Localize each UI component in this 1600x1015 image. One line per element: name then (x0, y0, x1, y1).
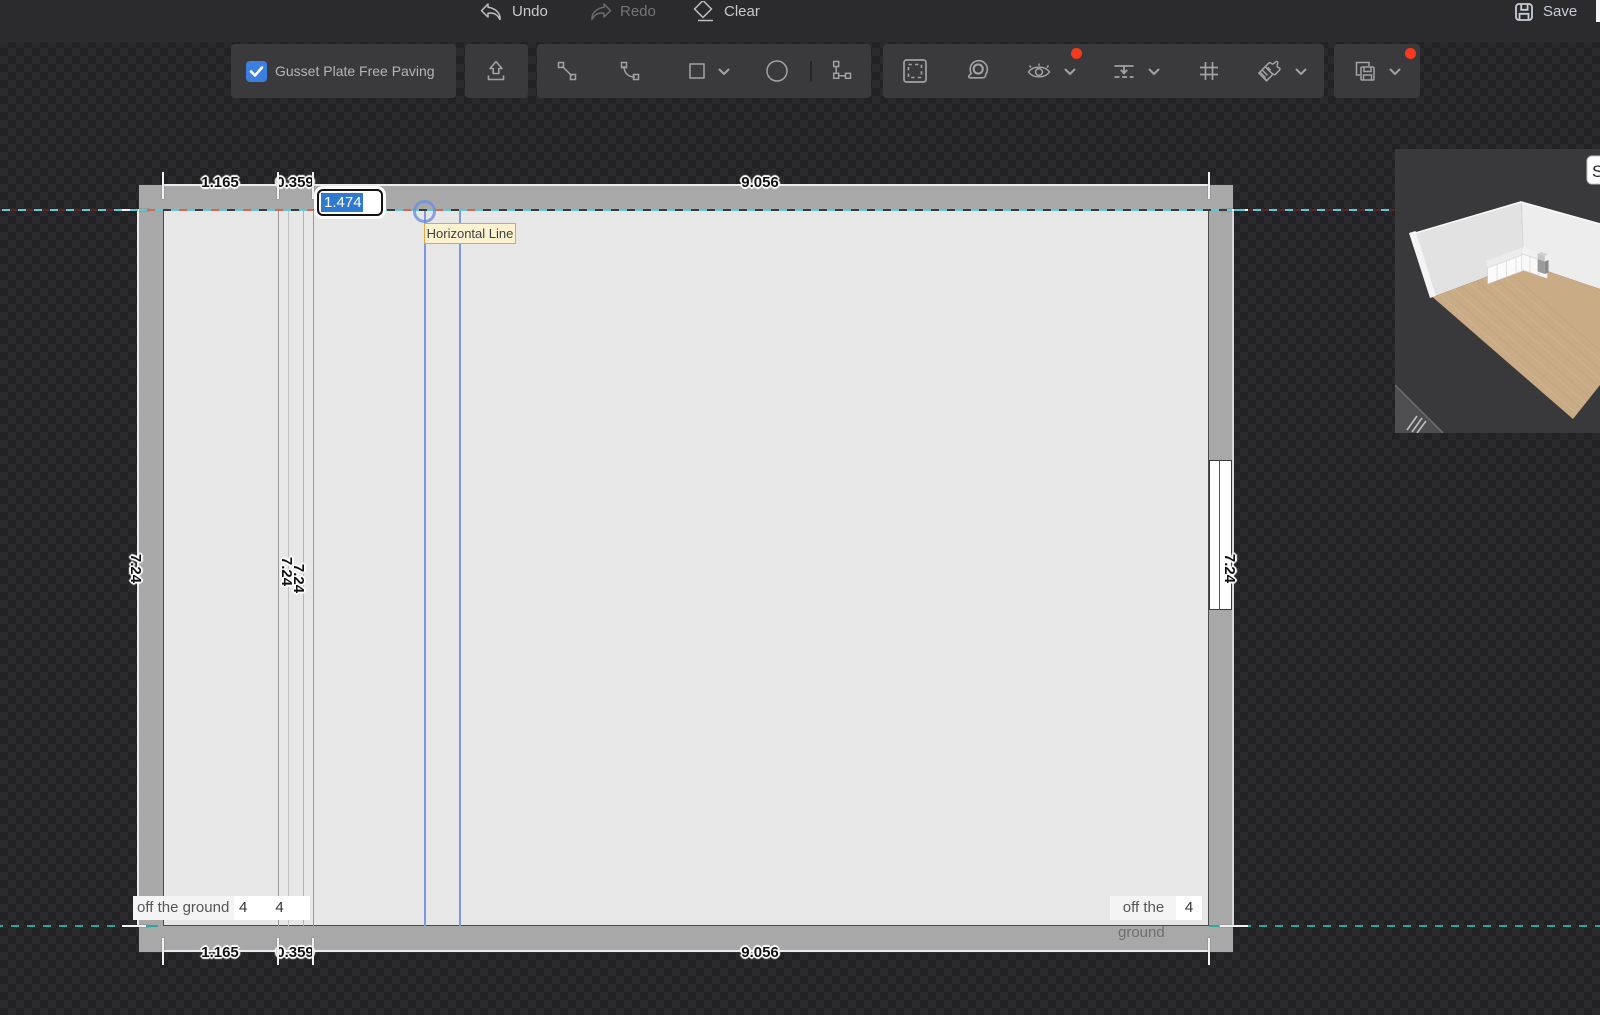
svg-text:S: S (1592, 162, 1600, 181)
